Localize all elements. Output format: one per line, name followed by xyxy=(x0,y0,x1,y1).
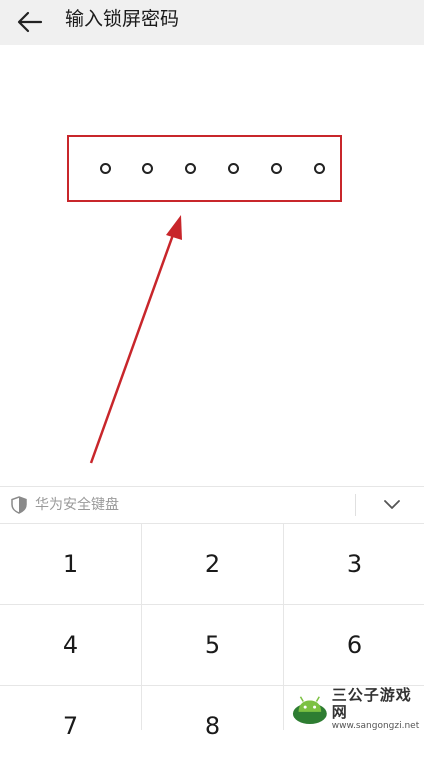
top-bar: 输入锁屏密码 xyxy=(0,0,424,45)
keyboard-label: 华为安全键盘 xyxy=(35,497,119,513)
key-8[interactable]: 8 xyxy=(142,686,283,766)
key-5[interactable]: 5 xyxy=(142,605,283,685)
key-2[interactable]: 2 xyxy=(142,524,283,604)
site-watermark: 三公子游戏网 www.sangongzi.net xyxy=(292,685,422,731)
pin-dot xyxy=(271,163,282,174)
pin-dot xyxy=(228,163,239,174)
back-button[interactable] xyxy=(12,4,48,40)
shield-icon xyxy=(11,496,27,514)
collapse-keyboard-button[interactable] xyxy=(378,493,406,517)
pin-dot xyxy=(185,163,196,174)
page-title: 输入锁屏密码 xyxy=(65,8,180,30)
key-7[interactable]: 7 xyxy=(0,686,141,766)
key-4[interactable]: 4 xyxy=(0,605,141,685)
watermark-name: 三公子游戏网 xyxy=(331,685,412,721)
pin-input-box[interactable] xyxy=(67,135,342,202)
pin-dot xyxy=(142,163,153,174)
key-3[interactable]: 3 xyxy=(284,524,424,604)
arrow-left-icon xyxy=(17,11,43,33)
divider xyxy=(355,494,356,516)
pin-dot xyxy=(314,163,325,174)
chevron-down-icon xyxy=(384,500,400,509)
key-1[interactable]: 1 xyxy=(0,524,141,604)
android-logo-icon xyxy=(292,696,327,725)
key-6[interactable]: 6 xyxy=(284,605,424,685)
pin-dot xyxy=(100,163,111,174)
keyboard-header: 华为安全键盘 xyxy=(0,486,424,524)
